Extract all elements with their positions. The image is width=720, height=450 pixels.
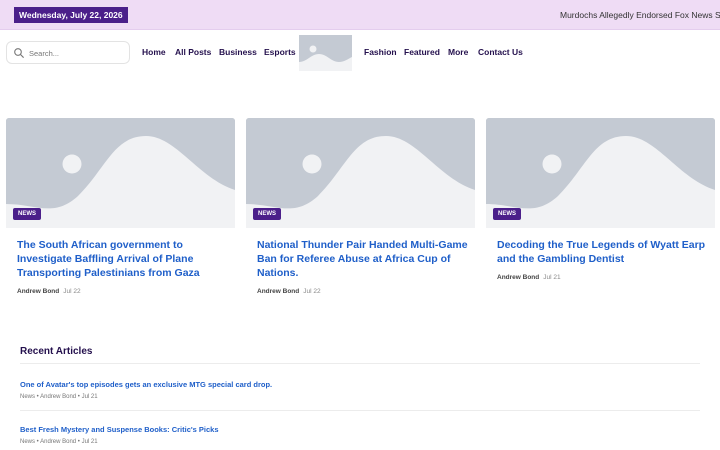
recent-articles-heading: Recent Articles (20, 346, 93, 357)
recent-article-title[interactable]: One of Avatar's top episodes gets an exc… (20, 380, 272, 389)
search-icon (14, 48, 24, 58)
nav-business[interactable]: Business (219, 47, 257, 57)
search-box[interactable] (6, 41, 130, 64)
article-date: Jul 22 (63, 288, 81, 295)
category-tag[interactable]: NEWS (493, 208, 521, 220)
nav-contact-us[interactable]: Contact Us (478, 47, 523, 57)
nav-featured[interactable]: Featured (404, 47, 440, 57)
author-name[interactable]: Andrew Bond (497, 274, 539, 281)
site-logo[interactable] (299, 35, 352, 71)
article-card[interactable]: NEWS The South African government to Inv… (6, 118, 235, 298)
recent-article-title[interactable]: Best Fresh Mystery and Suspense Books: C… (20, 425, 219, 434)
category-tag[interactable]: NEWS (13, 208, 41, 220)
image-placeholder-icon (299, 35, 352, 71)
search-input[interactable] (29, 45, 125, 61)
recent-article-meta: News • Andrew Bond • Jul 21 (20, 394, 98, 400)
article-date: Jul 21 (543, 274, 561, 281)
nav-home[interactable]: Home (142, 47, 166, 57)
nav-more[interactable]: More (448, 47, 468, 57)
divider (20, 363, 700, 364)
nav-esports[interactable]: Esports (264, 47, 296, 57)
article-meta: Andrew Bond Jul 21 (497, 274, 561, 281)
recent-article-meta: News • Andrew Bond • Jul 21 (20, 439, 98, 445)
top-bar: Wednesday, July 22, 2026 Murdochs Allege… (0, 0, 720, 30)
nav-all-posts[interactable]: All Posts (175, 47, 211, 57)
date-badge: Wednesday, July 22, 2026 (14, 7, 128, 23)
article-title[interactable]: National Thunder Pair Handed Multi-Game … (257, 238, 471, 280)
article-title[interactable]: The South African government to Investig… (17, 238, 231, 280)
main-nav: Home All Posts Business Esports Fashion … (0, 30, 720, 74)
article-title[interactable]: Decoding the True Legends of Wyatt Earp … (497, 238, 711, 266)
article-date: Jul 22 (303, 288, 321, 295)
article-meta: Andrew Bond Jul 22 (257, 288, 321, 295)
author-name[interactable]: Andrew Bond (17, 288, 59, 295)
divider (20, 410, 700, 411)
news-ticker[interactable]: Murdochs Allegedly Endorsed Fox News Str… (560, 0, 720, 30)
nav-fashion[interactable]: Fashion (364, 47, 397, 57)
article-card[interactable]: NEWS National Thunder Pair Handed Multi-… (246, 118, 475, 298)
category-tag[interactable]: NEWS (253, 208, 281, 220)
author-name[interactable]: Andrew Bond (257, 288, 299, 295)
article-card[interactable]: NEWS Decoding the True Legends of Wyatt … (486, 118, 715, 298)
article-meta: Andrew Bond Jul 22 (17, 288, 81, 295)
